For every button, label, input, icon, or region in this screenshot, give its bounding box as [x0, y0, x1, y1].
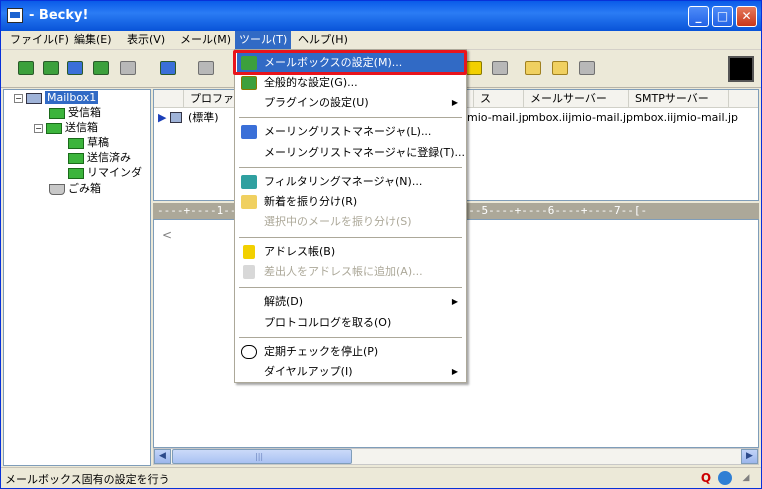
row-profile[interactable]: (標準)	[188, 110, 219, 126]
scroll-thumb[interactable]: |||	[172, 449, 352, 464]
globe-icon[interactable]	[718, 471, 732, 485]
editor-caret: <	[162, 228, 173, 242]
scroll-left-button[interactable]: ◀	[154, 449, 171, 464]
close-button[interactable]: ✕	[736, 6, 757, 27]
menu-item-decode[interactable]: 解読(D) ▶	[237, 292, 464, 312]
tree-trash[interactable]: ごみ箱	[49, 181, 101, 197]
tree-outbox[interactable]: − 送信箱	[34, 120, 98, 136]
scroll-grip: |||	[255, 452, 264, 461]
check-mailbox-icon[interactable]	[118, 59, 138, 78]
menu-separator	[239, 167, 462, 168]
menu-separator	[239, 337, 462, 338]
highlight-annotation	[233, 50, 467, 75]
menu-item-mailing-list-manager[interactable]: メーリングリストマネージャ(L)...	[237, 122, 464, 142]
tree-mailbox[interactable]: − Mailbox1	[14, 90, 99, 106]
tree-drafts[interactable]: 草稿	[68, 135, 109, 151]
menu-item-add-sender: 差出人をアドレス帳に追加(A)...	[237, 262, 464, 282]
collapse-icon[interactable]: −	[34, 123, 43, 133]
menu-view[interactable]: 表示(V)	[123, 31, 169, 50]
reminder-icon	[68, 167, 84, 179]
mailing-list-icon	[241, 125, 257, 139]
compose-icon[interactable]	[158, 59, 178, 78]
resize-grip-icon[interactable]: ◢	[739, 471, 753, 485]
folder-icon[interactable]	[523, 59, 543, 78]
menu-item-filtering-manager[interactable]: フィルタリングマネージャ(N)...	[237, 172, 464, 192]
menu-item-dialup[interactable]: ダイヤルアップ(I) ▶	[237, 362, 464, 382]
tree-mailbox-label: Mailbox1	[45, 91, 99, 104]
reply-icon[interactable]	[196, 59, 216, 78]
sort-new-icon	[241, 195, 257, 209]
mailbox-icon	[26, 92, 42, 104]
horizontal-scrollbar[interactable]: ◀ ||| ▶	[153, 448, 759, 465]
tree-reminder[interactable]: リマインダ	[68, 165, 142, 181]
menu-item-sort-selected: 選択中のメールを振り分け(S)	[264, 215, 412, 228]
app-icon[interactable]	[7, 8, 23, 23]
profile-icon	[170, 112, 182, 123]
menu-item-protocol-log[interactable]: プロトコルログを取る(O)	[237, 313, 464, 333]
tree-inbox[interactable]: 受信箱	[49, 105, 101, 121]
scroll-right-button[interactable]: ▶	[741, 449, 758, 464]
outbox-icon	[46, 122, 62, 134]
general-settings-icon	[241, 76, 257, 90]
send-mail-icon[interactable]	[65, 59, 85, 78]
menu-item-plugin-settings[interactable]: プラグインの設定(U) ▶	[237, 93, 464, 113]
maximize-button[interactable]: □	[712, 6, 733, 27]
menu-item-stop-periodic-check[interactable]: 定期チェックを停止(P)	[237, 342, 464, 362]
menu-mail[interactable]: メール(M)	[176, 31, 235, 50]
title-bar[interactable]: - Becky! _ □ ✕	[1, 1, 761, 31]
submenu-arrow-icon: ▶	[451, 367, 458, 376]
tools-menu-dropdown: メールボックスの設定(M)... 全般的な設定(G)... プラグインの設定(U…	[234, 49, 467, 383]
column-mail-server[interactable]: メールサーバー	[524, 90, 629, 108]
minimize-button[interactable]: _	[688, 6, 709, 27]
menu-separator	[239, 117, 462, 118]
address-book-icon	[243, 245, 255, 259]
inbox-icon	[49, 107, 65, 119]
menu-item-register-mailing-list[interactable]: メーリングリストマネージャに登録(T)...	[237, 143, 465, 163]
folder-tree: − Mailbox1 受信箱 − 送信箱 草稿 送信済み リマインダ ごみ箱	[3, 89, 151, 466]
address-book-toolbar-icon[interactable]	[464, 59, 484, 78]
q-icon[interactable]: Q	[699, 471, 713, 485]
menu-item-address-book[interactable]: アドレス帳(B)	[237, 242, 464, 262]
column-extra[interactable]	[729, 90, 758, 108]
status-text: メールボックス固有の設定を行う	[5, 473, 170, 486]
row-address[interactable]: mio-mail.jp	[467, 110, 529, 126]
column-smtp-server[interactable]: SMTPサーバー	[629, 90, 729, 108]
menu-tools[interactable]: ツール(T)	[235, 31, 292, 50]
receive-all-icon[interactable]	[41, 59, 61, 78]
column-address[interactable]: ス	[474, 90, 524, 108]
filter-icon	[241, 175, 257, 189]
drafts-icon	[68, 137, 84, 149]
receive-mail-icon[interactable]	[16, 59, 36, 78]
menu-bar: ファイル(F) 編集(E) 表示(V) メール(M) ツール(T) ヘルプ(H)	[1, 31, 761, 50]
note-toolbar-icon[interactable]	[490, 59, 510, 78]
row-mail-server[interactable]: mbox.iijmio-mail.jp	[528, 110, 633, 126]
menu-separator	[239, 237, 462, 238]
menu-separator	[239, 287, 462, 288]
menu-edit[interactable]: 編集(E)	[70, 31, 116, 50]
add-address-icon	[243, 265, 255, 279]
tree-sent[interactable]: 送信済み	[68, 150, 131, 166]
collapse-icon[interactable]: −	[14, 93, 23, 103]
row-selector-icon: ▶	[158, 111, 167, 124]
row-smtp-server[interactable]: mbox.iijmio-mail.jp	[633, 110, 738, 126]
submenu-arrow-icon: ▶	[451, 98, 458, 107]
send-receive-icon[interactable]	[91, 59, 111, 78]
submenu-arrow-icon: ▶	[451, 297, 458, 306]
menu-item-general-settings[interactable]: 全般的な設定(G)...	[237, 73, 464, 93]
menu-help[interactable]: ヘルプ(H)	[294, 31, 352, 50]
clock-icon	[241, 345, 257, 359]
becky-logo-icon	[728, 56, 754, 82]
app-window: - Becky! _ □ ✕ ファイル(F) 編集(E) 表示(V) メール(M…	[0, 0, 762, 489]
layout-icon[interactable]	[577, 59, 597, 78]
column-blank[interactable]	[154, 90, 184, 108]
status-bar: メールボックス固有の設定を行う Q ◢	[1, 467, 761, 488]
sent-icon	[68, 152, 84, 164]
folder-sync-icon[interactable]	[550, 59, 570, 78]
window-title: - Becky!	[29, 8, 89, 23]
menu-file[interactable]: ファイル(F)	[6, 31, 73, 50]
trash-icon	[49, 183, 65, 195]
menu-item-sort-new[interactable]: 新着を振り分け(R)	[237, 192, 464, 212]
